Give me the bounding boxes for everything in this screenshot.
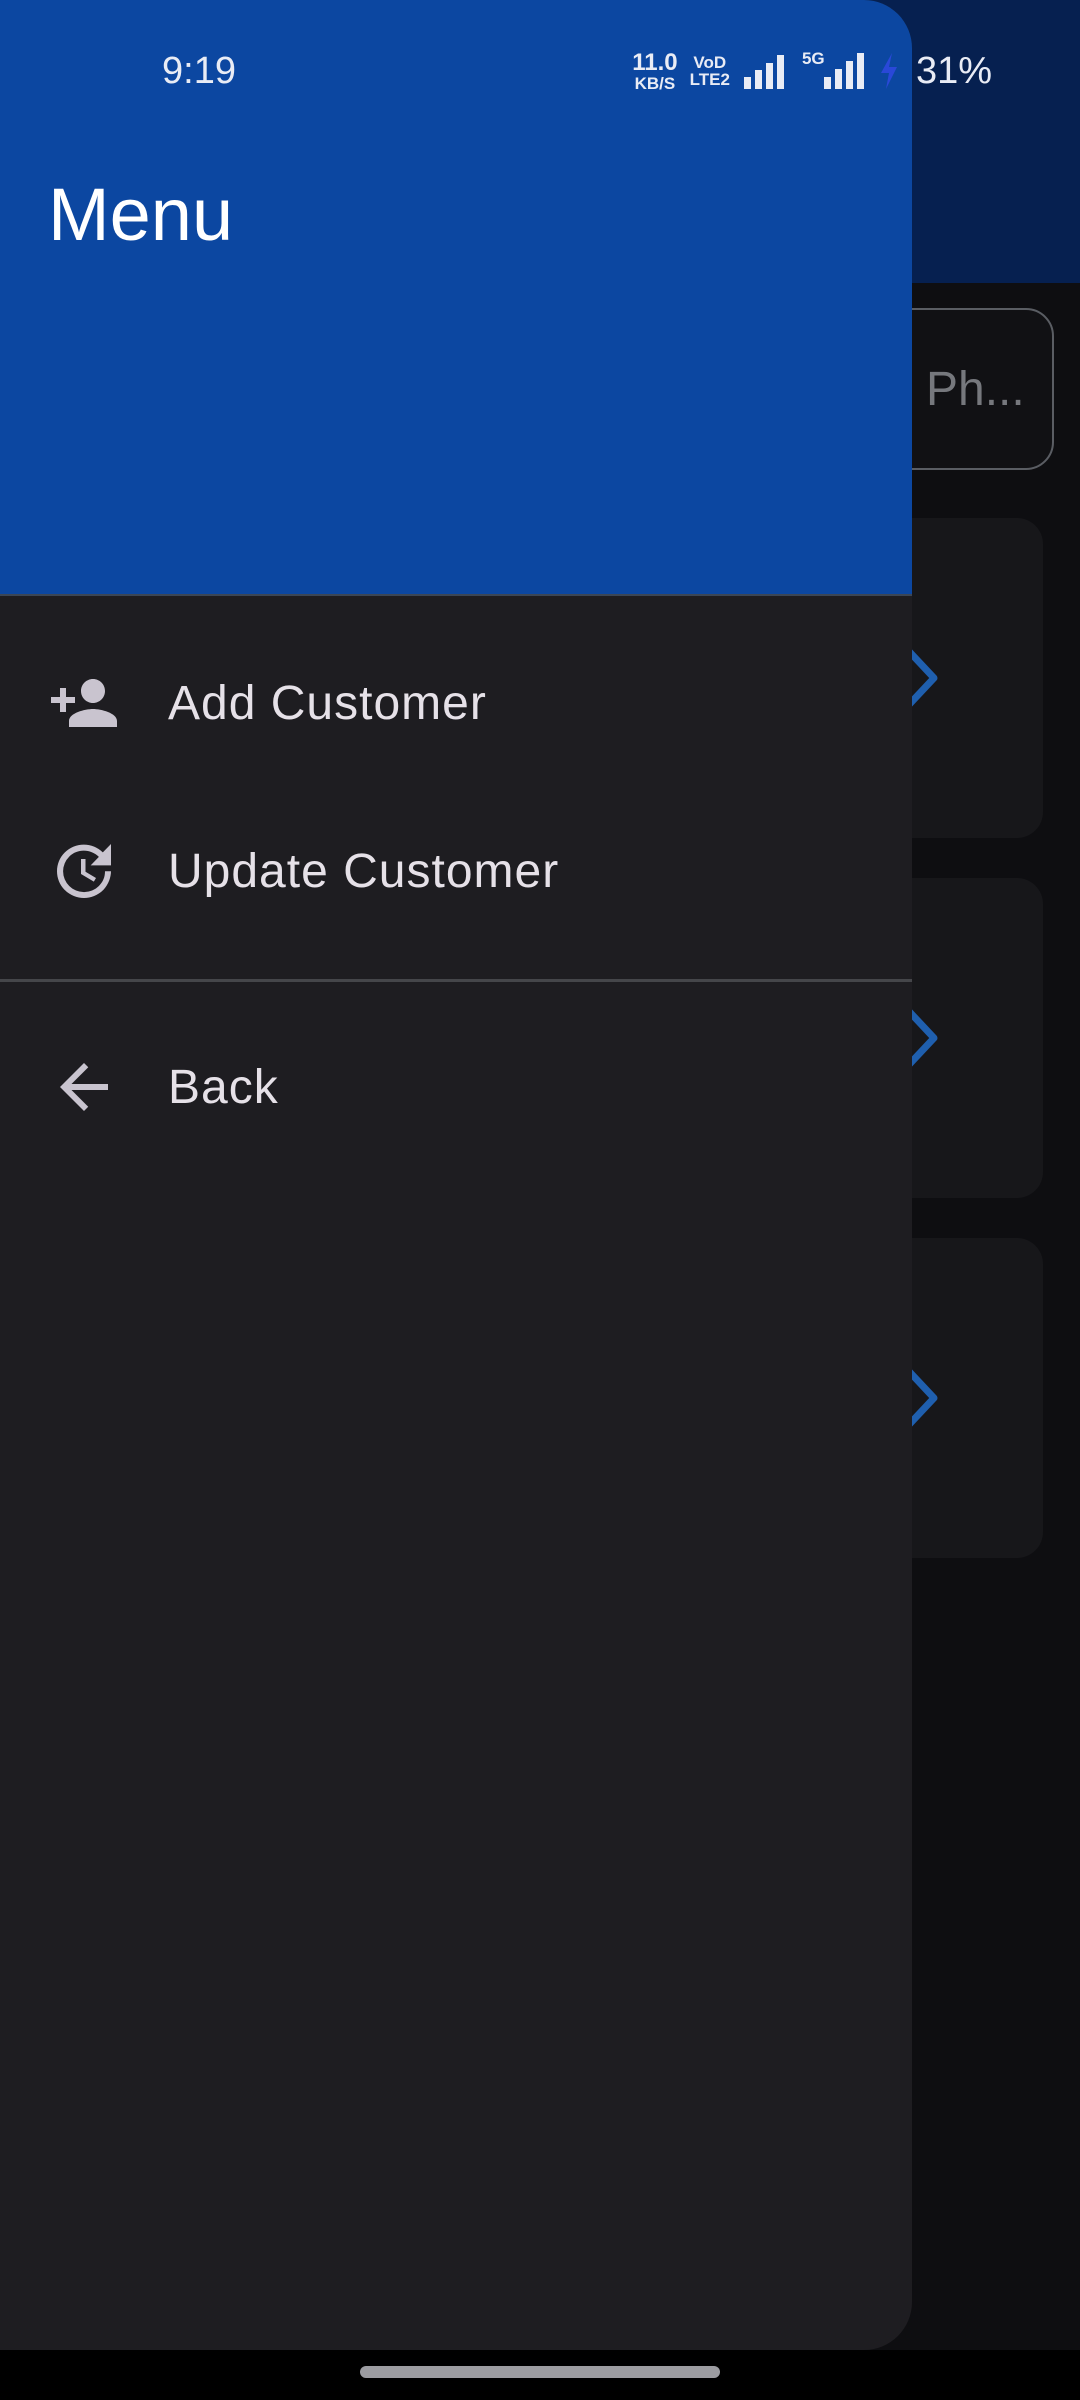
battery-percentage: 31% [915,49,992,92]
update-icon [48,835,120,907]
nav-item-update-customer[interactable]: Update Customer [0,796,912,946]
screen: re Ph... Menu Add Customer [0,0,1080,2400]
network-speed-value: 11.0 [632,48,678,76]
signal-strength-icon [743,55,784,89]
background-search-placeholder: Ph... [926,363,1025,416]
nav-item-label: Add Customer [168,676,487,730]
arrow-back-icon [48,1051,120,1123]
volte-icon: VoD LTE2 [690,54,730,88]
status-icons: 11.0 KB/S VoD LTE2 5G 31% [632,46,992,96]
status-bar: 9:19 11.0 KB/S VoD LTE2 5G 31% [0,0,1080,130]
volte-bottom-text: LTE2 [689,70,730,89]
charging-bolt-icon [880,53,897,89]
drawer-divider [0,979,912,982]
network-speed-unit: KB/S [634,73,676,93]
nav-item-label: Back [168,1060,279,1114]
person-add-icon [48,667,120,739]
volte-top-text: VoD [693,53,727,72]
signal-5g-icon: 5G [800,49,866,91]
status-time: 9:19 [162,50,236,92]
home-gesture-pill[interactable] [360,2366,720,2378]
nav-item-label: Update Customer [168,844,560,898]
drawer-title: Menu [48,173,234,256]
nav-item-add-customer[interactable]: Add Customer [0,628,912,778]
network-speed: 11.0 KB/S [632,48,678,93]
nav-item-back[interactable]: Back [0,1012,912,1162]
navigation-drawer: Menu Add Customer Update Customer Back [0,0,912,2350]
